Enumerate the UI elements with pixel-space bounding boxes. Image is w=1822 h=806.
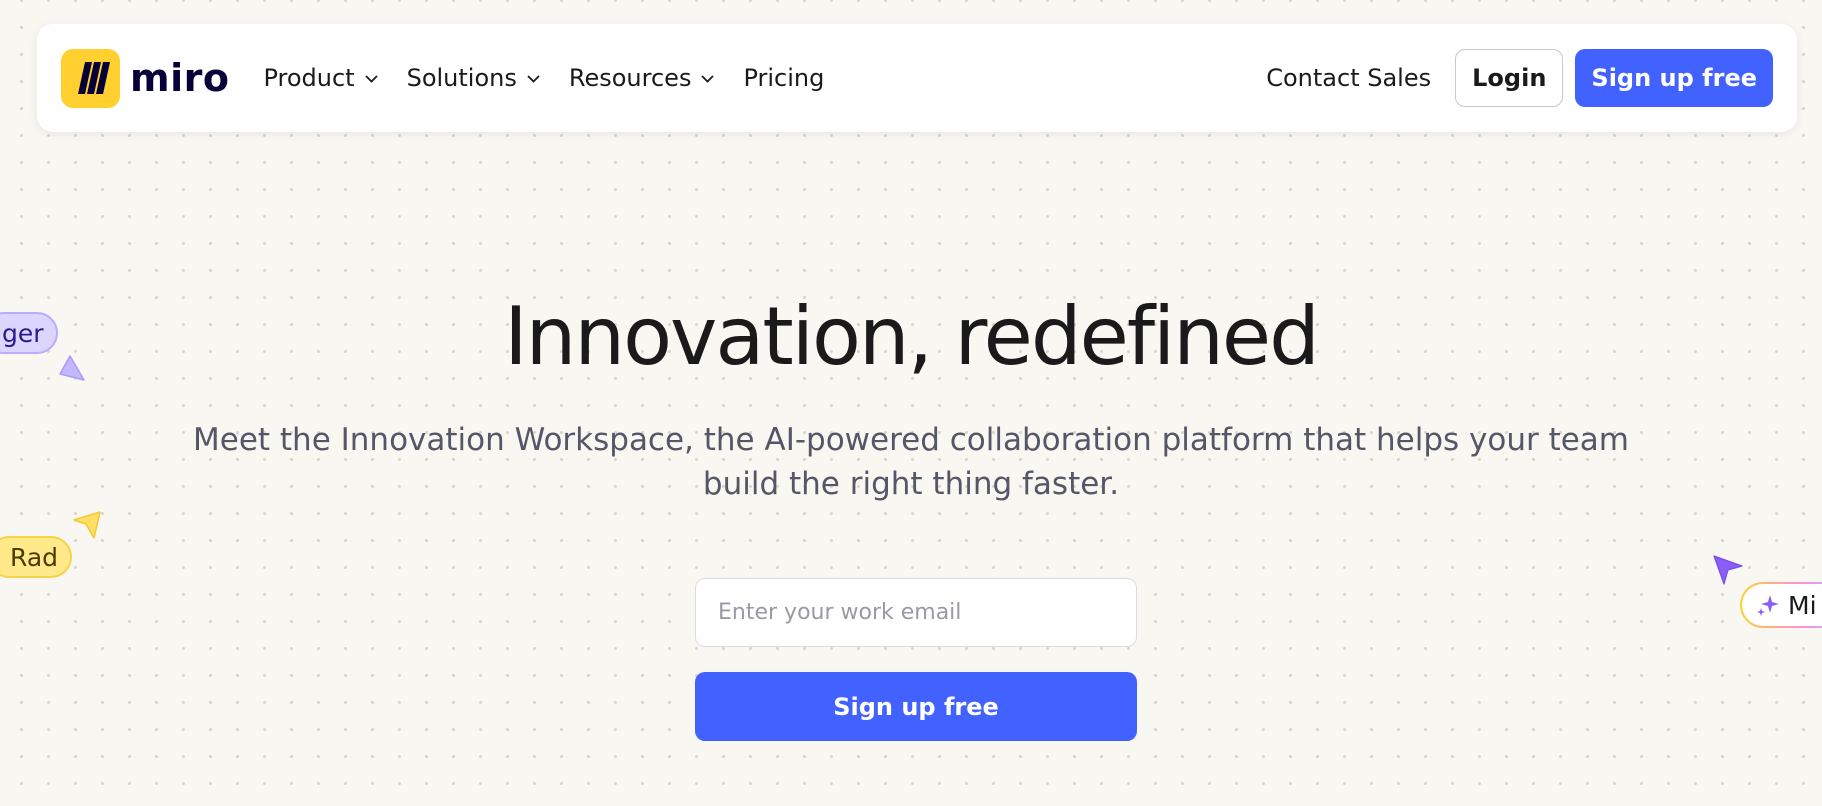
hero-title: Innovation, redefined: [504, 290, 1320, 383]
cursor-arrow-icon: [1713, 555, 1743, 585]
nav-product-label: Product: [263, 64, 355, 92]
miro-logo-icon: [61, 48, 120, 108]
nav-product[interactable]: Product: [263, 64, 378, 92]
nav-pricing-label: Pricing: [743, 64, 825, 92]
signup-button-hero[interactable]: Sign up free: [695, 672, 1137, 741]
miro-logo[interactable]: miro: [61, 48, 230, 108]
work-email-input[interactable]: [695, 578, 1137, 647]
chevron-down-icon: [364, 74, 378, 83]
cursor-arrow-icon: [73, 511, 101, 539]
contact-sales-link[interactable]: Contact Sales: [1266, 64, 1431, 92]
top-navbar: miro Product Solutions Resources Pricing…: [37, 24, 1797, 132]
nav-solutions-label: Solutions: [406, 64, 517, 92]
nav-links: Product Solutions Resources Pricing: [263, 64, 824, 92]
nav-solutions[interactable]: Solutions: [407, 64, 541, 92]
cursor-name-tag: Rad: [0, 536, 73, 578]
nav-resources[interactable]: Resources: [569, 64, 716, 92]
hero-subtitle: Meet the Innovation Workspace, the AI-po…: [193, 422, 1629, 502]
chevron-down-icon: [527, 74, 540, 83]
login-button[interactable]: Login: [1455, 49, 1564, 107]
ai-cursor-label: Mi: [1788, 590, 1817, 620]
signup-button-nav[interactable]: Sign up free: [1575, 49, 1773, 107]
logo-wordmark: miro: [130, 56, 230, 100]
nav-resources-label: Resources: [568, 64, 692, 92]
chevron-down-icon: [701, 74, 715, 83]
cursor-arrow-icon: [59, 355, 85, 381]
cursor-name-tag: ger: [0, 312, 58, 354]
nav-pricing[interactable]: Pricing: [743, 64, 824, 92]
sparkle-icon: [1757, 595, 1779, 616]
nav-actions: Contact Sales Login Sign up free: [1266, 49, 1773, 107]
ai-cursor-tag: Mi: [1740, 582, 1822, 628]
